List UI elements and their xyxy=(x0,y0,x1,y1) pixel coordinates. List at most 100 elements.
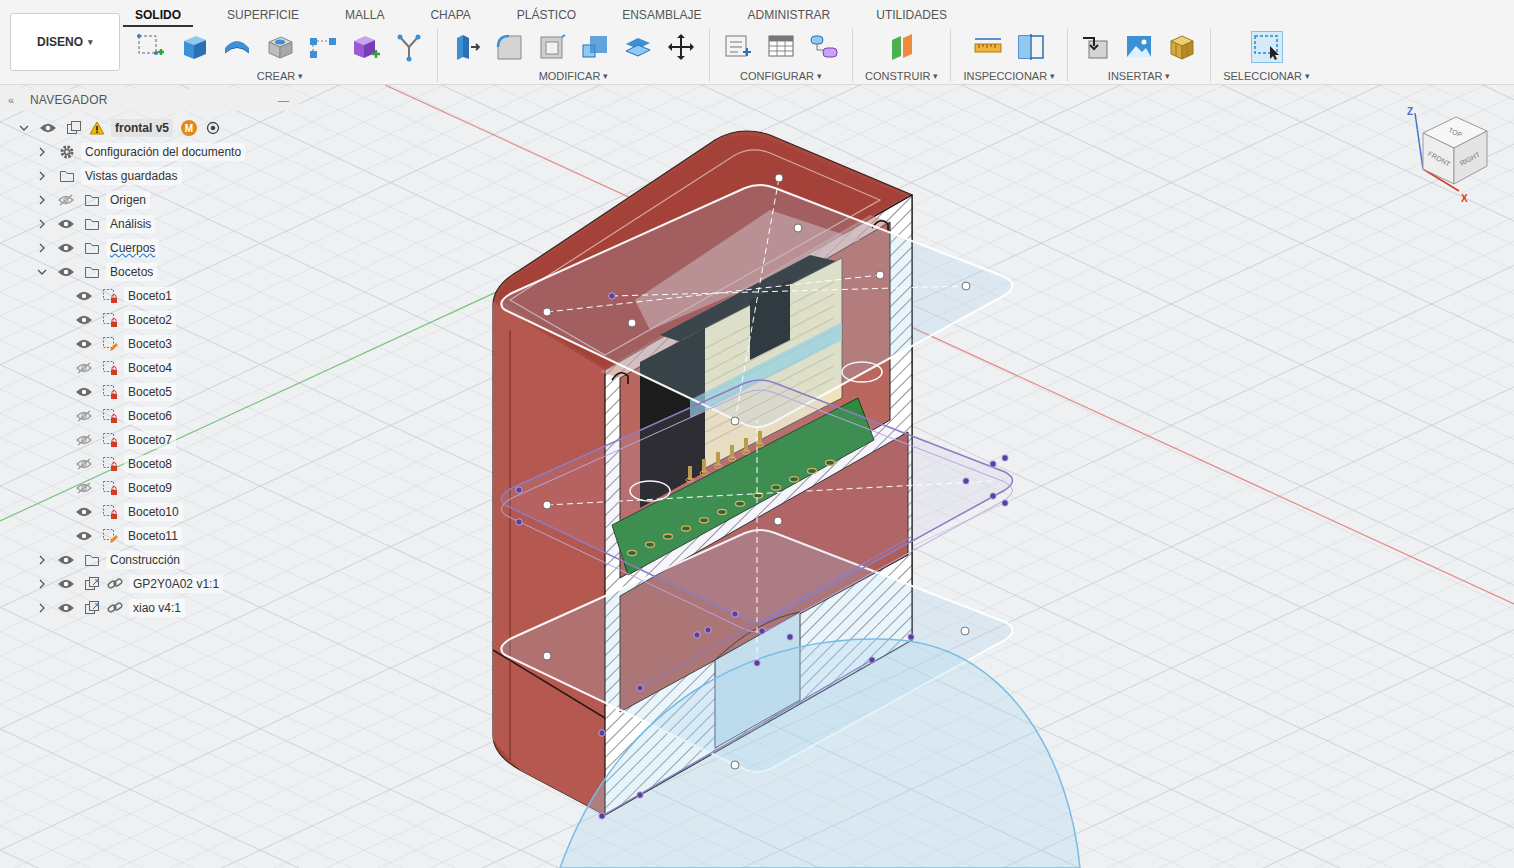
item-label[interactable]: Origen xyxy=(106,191,150,209)
eye-icon[interactable] xyxy=(76,290,92,302)
ribbon-tab[interactable]: PLÁSTICO xyxy=(505,5,588,27)
workspace-button[interactable]: DISENO▾ xyxy=(10,13,120,71)
view-cube-right[interactable]: RIGHT xyxy=(1459,150,1482,167)
eye-hidden-icon[interactable] xyxy=(76,458,92,470)
eye-hidden-icon[interactable] xyxy=(76,434,92,446)
visibility-toggle[interactable] xyxy=(58,194,74,206)
eye-icon[interactable] xyxy=(58,218,74,230)
visibility-toggle[interactable] xyxy=(76,338,92,350)
tool-button[interactable] xyxy=(665,31,697,63)
activate-button[interactable] xyxy=(206,121,220,135)
chevron-right-icon[interactable] xyxy=(37,243,47,253)
eye-icon[interactable] xyxy=(76,386,92,398)
expander[interactable] xyxy=(36,146,48,158)
item-label[interactable]: Vistas guardadas xyxy=(81,167,182,185)
item-label[interactable]: Análisis xyxy=(106,215,155,233)
tool-button[interactable] xyxy=(579,31,611,63)
item-label[interactable]: Boceto4 xyxy=(124,359,176,377)
visibility-toggle[interactable] xyxy=(76,530,92,542)
eye-hidden-icon[interactable] xyxy=(76,410,92,422)
item-label[interactable]: Boceto11 xyxy=(124,527,182,545)
navigator-item[interactable]: Cuerpos xyxy=(0,236,300,260)
tool-button[interactable] xyxy=(808,31,840,63)
tool-group-menu[interactable]: INSERTAR▾ xyxy=(1108,70,1171,82)
chevron-right-icon[interactable] xyxy=(37,147,47,157)
navigator-item[interactable]: xiao v4:1 xyxy=(0,596,300,620)
visibility-toggle[interactable] xyxy=(76,386,92,398)
collapse-button[interactable]: « xyxy=(8,94,22,106)
item-label[interactable]: Boceto3 xyxy=(124,335,176,353)
tool-button[interactable] xyxy=(536,31,568,63)
navigator-item[interactable]: Boceto10 xyxy=(0,500,300,524)
navigator-item[interactable]: Boceto6 xyxy=(0,404,300,428)
navigator-item[interactable]: Boceto9 xyxy=(0,476,300,500)
eye-icon[interactable] xyxy=(58,602,74,614)
navigator-item[interactable]: Boceto2 xyxy=(0,308,300,332)
view-cube[interactable]: TOPFRONTRIGHTZX xyxy=(1401,103,1496,208)
tool-button[interactable] xyxy=(350,31,382,63)
visibility-toggle[interactable] xyxy=(58,266,74,278)
eye-icon[interactable] xyxy=(76,314,92,326)
tool-button[interactable] xyxy=(1080,31,1112,63)
tool-group-menu[interactable]: SELECCIONAR▾ xyxy=(1223,70,1310,82)
visibility-toggle[interactable] xyxy=(76,482,92,494)
navigator-item[interactable]: Boceto1 xyxy=(0,284,300,308)
visibility-toggle[interactable] xyxy=(76,458,92,470)
tool-button[interactable] xyxy=(1251,31,1283,63)
item-label[interactable]: Boceto2 xyxy=(124,311,176,329)
visibility-toggle[interactable] xyxy=(40,122,56,134)
eye-icon[interactable] xyxy=(58,242,74,254)
expander[interactable] xyxy=(18,122,30,134)
eye-icon[interactable] xyxy=(76,530,92,542)
navigator-item[interactable]: Configuración del documento xyxy=(0,140,300,164)
navigator-item[interactable]: Boceto7 xyxy=(0,428,300,452)
chevron-right-icon[interactable] xyxy=(37,195,47,205)
eye-icon[interactable] xyxy=(76,338,92,350)
tool-button[interactable] xyxy=(264,31,296,63)
visibility-toggle[interactable] xyxy=(76,314,92,326)
tool-group-menu[interactable]: CONFIGURAR▾ xyxy=(740,70,822,82)
ribbon-tab[interactable]: ADMINISTRAR xyxy=(736,5,843,27)
visibility-toggle[interactable] xyxy=(58,602,74,614)
item-label[interactable]: Boceto5 xyxy=(124,383,176,401)
item-label[interactable]: Boceto6 xyxy=(124,407,176,425)
navigator-item[interactable]: Boceto8 xyxy=(0,452,300,476)
minimize-button[interactable]: — xyxy=(278,94,292,106)
navigator-item[interactable]: Boceto5 xyxy=(0,380,300,404)
tool-group-menu[interactable]: CREAR▾ xyxy=(257,70,304,82)
eye-hidden-icon[interactable] xyxy=(58,194,74,206)
chevron-down-icon[interactable] xyxy=(19,123,29,133)
canvas-3d[interactable] xyxy=(0,85,1514,868)
navigator-item[interactable]: Construcción xyxy=(0,548,300,572)
eye-icon[interactable] xyxy=(58,554,74,566)
warning-icon[interactable] xyxy=(89,121,105,135)
tool-button[interactable] xyxy=(393,31,425,63)
expander[interactable] xyxy=(36,218,48,230)
visibility-toggle[interactable] xyxy=(76,506,92,518)
tool-button[interactable] xyxy=(722,31,754,63)
expander[interactable] xyxy=(36,266,48,278)
navigator-item[interactable]: Boceto3 xyxy=(0,332,300,356)
navigator-item[interactable]: Boceto4 xyxy=(0,356,300,380)
item-label[interactable]: Boceto1 xyxy=(124,287,176,305)
item-label[interactable]: xiao v4:1 xyxy=(129,599,185,617)
visibility-toggle[interactable] xyxy=(58,242,74,254)
expander[interactable] xyxy=(36,578,48,590)
tool-button[interactable] xyxy=(307,31,339,63)
tool-button[interactable] xyxy=(1015,31,1047,63)
chevron-right-icon[interactable] xyxy=(37,579,47,589)
ribbon-tab[interactable]: UTILIDADES xyxy=(864,5,959,27)
navigator-item[interactable]: Análisis xyxy=(0,212,300,236)
activate-target-icon[interactable] xyxy=(206,121,220,135)
tool-button[interactable] xyxy=(622,31,654,63)
visibility-toggle[interactable] xyxy=(76,434,92,446)
warning[interactable] xyxy=(88,119,106,137)
navigator-item[interactable]: Vistas guardadas xyxy=(0,164,300,188)
item-label[interactable]: Boceto8 xyxy=(124,455,176,473)
expander[interactable] xyxy=(36,194,48,206)
eye-icon[interactable] xyxy=(76,506,92,518)
tool-group-menu[interactable]: INSPECCIONAR▾ xyxy=(963,70,1055,82)
ribbon-tab[interactable]: MALLA xyxy=(333,5,396,27)
tool-button[interactable] xyxy=(221,31,253,63)
tool-button[interactable] xyxy=(765,31,797,63)
